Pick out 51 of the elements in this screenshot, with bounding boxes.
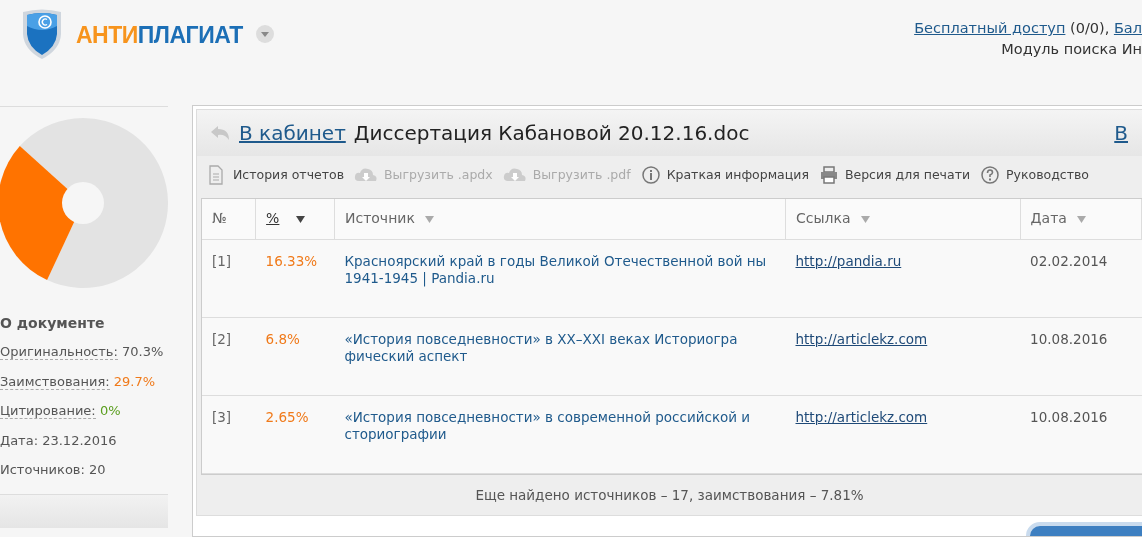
column-header[interactable]: Дата [1020, 199, 1142, 239]
stat-value: 20 [89, 462, 106, 477]
stat-label: Заимствования: [0, 373, 110, 390]
table-cell: 02.02.2014 [1020, 239, 1142, 317]
stat-label: Цитирование: [0, 403, 96, 419]
help-icon [980, 165, 1001, 185]
source-link[interactable]: http://pandia.ru [795, 252, 902, 269]
table-cell: 6.8% [255, 317, 335, 395]
column-header: № [202, 199, 256, 239]
document-title: Диссертация Кабановой 20.12.16.doc [353, 120, 750, 147]
table-cell: 10.08.2016 [1020, 395, 1142, 473]
printer-icon [818, 165, 839, 185]
back-link[interactable]: В кабинет [239, 118, 346, 148]
table-cell: [3] [202, 395, 256, 473]
column-header[interactable]: Источник [334, 199, 786, 239]
source-link[interactable]: http://articlekz.com [795, 408, 928, 425]
toolbar-button[interactable]: Краткая информация [640, 165, 809, 185]
table-cell: «История повседневности» в современной российской и сториографии [334, 395, 786, 473]
logo-text: АНТИПЛАГИАТ [76, 21, 243, 50]
module-label: Модуль поиска Ин [1001, 41, 1142, 57]
toolbar-button[interactable]: История отчетов [207, 165, 344, 185]
free-access-link[interactable]: Бесплатный доступ [914, 20, 1066, 36]
table-cell: [2] [202, 317, 256, 395]
stat-label: Оригинальность: [0, 344, 118, 360]
toolbar-button[interactable]: Версия для печати [818, 165, 971, 185]
info-icon [640, 165, 661, 185]
stat-label: Дата: [0, 432, 39, 448]
table-cell: 2.65% [255, 395, 335, 473]
table-cell: Красноярский край в годы Великой Отечественной вой ны 1941-1945 | Pandia.ru [334, 239, 786, 317]
column-header[interactable]: Ссылка [785, 199, 1021, 239]
table-cell: 10.08.2016 [1020, 317, 1142, 395]
stat-value: 23.12.2016 [42, 432, 117, 448]
stat-value: 0% [99, 403, 121, 418]
stat-value: 29.7% [113, 373, 156, 389]
table-cell: [1] [202, 239, 256, 317]
header-link[interactable]: В [1114, 118, 1128, 148]
shield-logo-icon [20, 8, 64, 60]
stat-value: 70.3% [122, 344, 164, 359]
table-cell: 16.33% [255, 239, 335, 317]
table-cell: «История повседневности» в XX–XXI веках Историогра фический аспект [334, 317, 786, 395]
summary-text: Еще найдено источников – 17, заимствования – 7.81% [474, 485, 865, 505]
dropdown-icon[interactable] [256, 25, 274, 43]
access-count: (0/0), [1069, 20, 1111, 36]
sort-icon[interactable] [295, 215, 305, 223]
toolbar-button[interactable]: Руководство [980, 165, 1089, 185]
column-header[interactable]: % [255, 199, 335, 239]
source-link[interactable]: http://articlekz.com [795, 330, 928, 347]
section-title: О документе [0, 314, 106, 333]
balance-link[interactable]: Бал [1113, 20, 1142, 36]
stat-label: Источников: [0, 462, 85, 477]
back-arrow-icon[interactable] [209, 124, 231, 142]
